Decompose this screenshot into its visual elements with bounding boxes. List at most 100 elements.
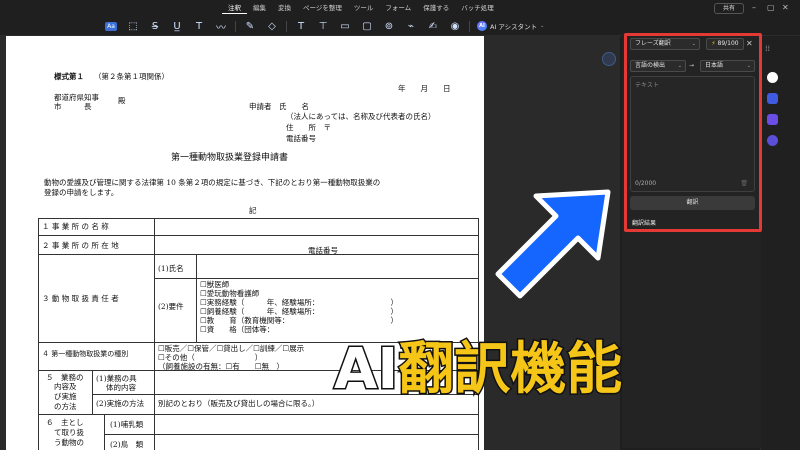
text-style-icon: Aa bbox=[105, 21, 117, 31]
strikethrough-icon[interactable]: S̶ bbox=[144, 18, 166, 34]
text-style-tool[interactable]: Aa bbox=[100, 18, 122, 34]
table-row-divider bbox=[154, 278, 478, 279]
highlight-frame bbox=[624, 33, 762, 232]
applicant-phone-label: 電話番号 bbox=[286, 134, 316, 143]
summary-icon[interactable] bbox=[767, 114, 778, 125]
document-title: 第一種動物取扱業登録申請書 bbox=[171, 153, 289, 163]
squiggly-icon[interactable]: 〰 bbox=[210, 18, 232, 34]
annotation-toolbar: Aa ⬚ S̶ U̲ T 〰 ✎ ◇ T ⊤ ▭ ▢ ⊚ ⌁ ✍ ◉ AI AI… bbox=[100, 17, 544, 35]
grid-icon[interactable]: ⁞⁞ bbox=[765, 44, 770, 53]
minimize-icon[interactable]: – bbox=[752, 3, 756, 13]
applicant-name-label: 申請者 氏 名 bbox=[249, 102, 309, 111]
menu-batch[interactable]: バッチ処理 bbox=[455, 2, 500, 14]
text-box-icon[interactable]: T bbox=[290, 18, 312, 34]
table-row-divider bbox=[38, 235, 478, 236]
animals-mammals-label: (1)哺乳類 bbox=[110, 420, 144, 429]
table-border-left bbox=[38, 218, 39, 450]
table-column-divider bbox=[154, 370, 155, 414]
toolbar-divider bbox=[286, 20, 287, 32]
row-animals-label-2: て取り扱 bbox=[54, 428, 84, 437]
business-facility: （飼養施設の有無：☐有 ☐無 ） bbox=[158, 362, 284, 371]
top-bar: 注釈 編集 変換 ページを整理 ツール フォーム 保護する バッチ処理 共有 –… bbox=[0, 0, 800, 36]
addressee-prefecture: 都道府県知事 bbox=[54, 93, 99, 102]
share-button[interactable]: 共有 bbox=[714, 3, 744, 14]
ki-heading: 記 bbox=[249, 206, 257, 215]
date-line: 年 月 日 bbox=[398, 84, 451, 93]
feature-caption-text: AI翻訳機能 bbox=[332, 336, 624, 404]
maximize-icon[interactable]: ▢ bbox=[767, 3, 775, 13]
table-row-divider bbox=[104, 434, 478, 435]
business-type-options: ☐販売／☐保管／☐貸出し／☐訓練／☐展示 bbox=[158, 344, 305, 353]
row-business-name-label: １ 事 業 所 の 名 称 bbox=[42, 222, 109, 231]
callout-icon[interactable]: ⊤ bbox=[312, 18, 334, 34]
ai-strip-icon[interactable] bbox=[767, 135, 778, 146]
table-column-divider bbox=[154, 218, 155, 370]
row-animals-label-1: ６ 主とし bbox=[46, 418, 84, 427]
requirement-keeping-experience: ☐飼養経験（ 年、経験場所： ） bbox=[200, 307, 398, 316]
table-column-divider bbox=[104, 414, 105, 450]
menu-annotate[interactable]: 注釈 bbox=[222, 2, 247, 14]
table-column-divider bbox=[154, 414, 155, 450]
close-window-icon[interactable]: ✕ bbox=[782, 3, 789, 13]
requirement-vet: ☐獣医師 bbox=[200, 280, 230, 289]
chat-icon[interactable] bbox=[767, 72, 778, 83]
eraser-icon[interactable]: ◇ bbox=[261, 18, 283, 34]
highlighter-icon[interactable]: ✎ bbox=[239, 18, 261, 34]
area-select-icon[interactable]: ⬚ bbox=[122, 18, 144, 34]
menu-tools[interactable]: ツール bbox=[348, 2, 380, 14]
table-column-divider bbox=[196, 254, 197, 342]
menu-convert[interactable]: 変換 bbox=[272, 2, 297, 14]
animals-birds-label: (2)鳥 類 bbox=[110, 440, 144, 449]
floating-action-icon[interactable] bbox=[602, 52, 616, 66]
body-text-line-2: 登録の申請をします。 bbox=[44, 188, 119, 197]
row-manager-label: ３ 動 物 取 扱 責 任 者 bbox=[42, 294, 119, 303]
requirement-qualification: ☐資 格（団体等： bbox=[200, 325, 275, 334]
measure-icon[interactable]: ◉ bbox=[444, 18, 466, 34]
right-sidebar bbox=[760, 36, 800, 450]
applicant-note: （法人にあっては、名称及び代表者の氏名） bbox=[286, 112, 436, 121]
menu-protect[interactable]: 保護する bbox=[417, 2, 455, 14]
requirement-vet-nurse: ☐愛玩動物看護師 bbox=[200, 289, 260, 298]
caption-feature-part: 翻訳機能 bbox=[397, 336, 624, 404]
menu-form[interactable]: フォーム bbox=[379, 2, 417, 14]
row-business-content-label-2: 内容及 bbox=[54, 382, 77, 391]
business-method-value: 別記のとおり（販売及び貸出しの場合に限る。） bbox=[158, 399, 320, 408]
body-text-line-1: 動物の愛護及び管理に関する法律第 10 条第２項の規定に基づき、下記のとおり第一… bbox=[44, 178, 381, 187]
form-number: 様式第１ bbox=[54, 72, 84, 81]
row-business-phone-label: 電話番号 bbox=[308, 246, 338, 255]
business-method-label: (2)実施の方法 bbox=[96, 399, 145, 408]
signature-icon[interactable]: ✍ bbox=[422, 18, 444, 34]
ai-icon: AI bbox=[477, 21, 487, 31]
row-business-address-label: ２ 事 業 所 の 所 在 地 bbox=[42, 241, 119, 250]
applicant-address-label: 住 所 〒 bbox=[286, 123, 331, 132]
feature-caption: AI翻訳機能 bbox=[332, 330, 754, 410]
note-icon[interactable]: ▭ bbox=[334, 18, 356, 34]
business-detail-label-2: 体的内容 bbox=[106, 383, 136, 392]
table-border-top bbox=[38, 218, 478, 219]
manager-requirement-label: (2)要件 bbox=[158, 302, 184, 311]
business-type-other: ☐その他（ ） bbox=[158, 353, 263, 362]
underline-icon[interactable]: U̲ bbox=[166, 18, 188, 34]
ai-assistant-label: AI アシスタント bbox=[490, 23, 538, 31]
chevron-down-icon: ⌄ bbox=[540, 23, 545, 29]
honorific: 殿 bbox=[118, 96, 126, 105]
stamp-icon[interactable]: ⊚ bbox=[378, 18, 400, 34]
addressee-city: 市 長 bbox=[54, 102, 92, 111]
row-business-content-label-3: び実施 bbox=[54, 392, 77, 401]
requirement-education: ☐教 育（教育機関等： ） bbox=[200, 316, 398, 325]
shape-icon[interactable]: ▢ bbox=[356, 18, 378, 34]
row-business-content-label-4: の方法 bbox=[54, 402, 77, 411]
toolbar-divider bbox=[235, 20, 236, 32]
menu-edit[interactable]: 編集 bbox=[247, 2, 272, 14]
menu-organize-pages[interactable]: ページを整理 bbox=[297, 2, 348, 14]
translate-icon[interactable] bbox=[767, 93, 778, 104]
typewriter-icon[interactable]: T bbox=[188, 18, 210, 34]
attachment-icon[interactable]: ⌁ bbox=[400, 18, 422, 34]
ai-assistant-button[interactable]: AI AI アシスタント ⌄ bbox=[477, 21, 544, 31]
requirement-work-experience: ☐実務経験（ 年、経験場所： ） bbox=[200, 298, 398, 307]
business-detail-label-1: (1)業務の具 bbox=[96, 374, 137, 383]
manager-name-label: (1)氏名 bbox=[158, 264, 184, 273]
pointer-arrow-icon bbox=[495, 189, 611, 299]
main-menu: 注釈 編集 変換 ページを整理 ツール フォーム 保護する バッチ処理 bbox=[222, 2, 500, 14]
toolbar-divider bbox=[469, 20, 470, 32]
